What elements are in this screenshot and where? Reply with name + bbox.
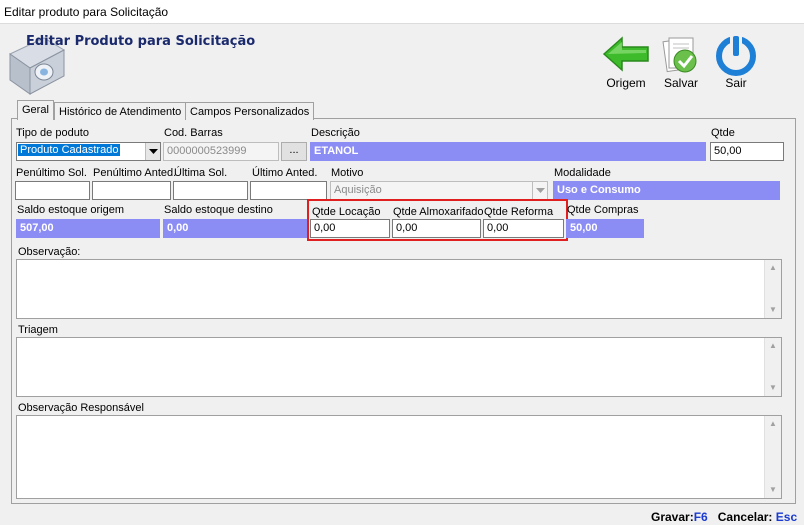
qtde-locacao-label: Qtde Locação	[312, 206, 381, 218]
salvar-label: Salvar	[663, 76, 698, 90]
scroll-down-icon[interactable]: ▼	[765, 482, 781, 498]
motivo-select: Aquisição	[330, 181, 548, 200]
qtde-compras-label: Qtde Compras	[567, 204, 639, 216]
salvar-button[interactable]: Salvar	[656, 32, 706, 94]
cancelar-key: Esc	[775, 510, 798, 524]
tab-historico-label: Histórico de Atendimento	[59, 106, 182, 118]
observacao-scrollbar[interactable]: ▲ ▼	[764, 260, 781, 318]
scroll-up-icon[interactable]: ▲	[765, 416, 781, 432]
cod-barras-field: 0000000523999	[163, 142, 279, 161]
ultimo-anted-field[interactable]	[250, 181, 327, 200]
descricao-field[interactable]: ETANOL	[310, 142, 706, 161]
observacao-label: Observação:	[18, 246, 81, 258]
saldo-destino-field: 0,00	[163, 219, 307, 238]
penultimo-sol-field[interactable]	[15, 181, 90, 200]
gravar-key: F6	[693, 510, 708, 524]
qtde-label: Qtde	[711, 127, 735, 139]
scroll-down-icon[interactable]: ▼	[765, 380, 781, 396]
saldo-origem-label: Saldo estoque origem	[17, 204, 125, 216]
window-titlebar: Editar produto para Solicitação	[0, 0, 804, 24]
tipo-produto-value: Produto Cadastrado	[18, 144, 121, 156]
qtde-reforma-label: Qtde Reforma	[484, 206, 554, 218]
gravar-label: Gravar:	[651, 510, 694, 524]
chevron-down-icon	[532, 182, 547, 199]
cod-barras-label: Cod. Barras	[164, 127, 223, 139]
tab-campos-label: Campos Personalizados	[190, 106, 310, 118]
observacao-textarea[interactable]: ▲ ▼	[16, 259, 782, 319]
page-title: Editar Produto para Solicitação	[26, 34, 256, 49]
motivo-value: Aquisição	[334, 184, 382, 196]
qtde-almoxarifado-field[interactable]: 0,00	[392, 219, 481, 238]
qtde-reforma-field[interactable]: 0,00	[483, 219, 564, 238]
qtde-field[interactable]: 50,00	[710, 142, 784, 161]
sair-label: Sair	[725, 76, 747, 90]
save-check-icon	[662, 37, 697, 73]
tab-geral-label: Geral	[22, 104, 49, 116]
penultimo-anted-field[interactable]	[92, 181, 171, 200]
observacao-responsavel-label: Observação Responsável	[18, 402, 144, 414]
modalidade-label: Modalidade	[554, 167, 611, 179]
arrow-left-icon	[602, 36, 649, 72]
power-icon	[716, 34, 756, 76]
tab-campos-personalizados[interactable]: Campos Personalizados	[185, 102, 315, 120]
sair-button[interactable]: Sair	[711, 32, 761, 94]
ultima-sol-label: Última Sol.	[174, 167, 228, 179]
ultimo-anted-label: Último Anted.	[252, 167, 318, 179]
tab-historico[interactable]: Histórico de Atendimento	[54, 102, 187, 120]
triagem-label: Triagem	[18, 324, 58, 336]
status-bar: Gravar:F6 Cancelar: Esc	[651, 510, 797, 524]
descricao-label: Descrição	[311, 127, 360, 139]
chevron-down-icon[interactable]	[145, 143, 160, 160]
observacao-responsavel-textarea[interactable]: ▲ ▼	[16, 415, 782, 499]
scroll-down-icon[interactable]: ▼	[765, 302, 781, 318]
tipo-produto-select[interactable]: Produto Cadastrado	[16, 142, 161, 161]
qtde-almoxarifado-label: Qtde Almoxarifado	[393, 206, 484, 218]
scroll-up-icon[interactable]: ▲	[765, 338, 781, 354]
observacao-responsavel-scrollbar[interactable]: ▲ ▼	[764, 416, 781, 498]
triagem-scrollbar[interactable]: ▲ ▼	[764, 338, 781, 396]
penultimo-sol-label: Penúltimo Sol.	[16, 167, 87, 179]
qtde-compras-field: 50,00	[566, 219, 644, 238]
tab-geral[interactable]: Geral	[17, 100, 54, 120]
cancelar-label: Cancelar:	[717, 510, 773, 524]
triagem-textarea[interactable]: ▲ ▼	[16, 337, 782, 397]
modalidade-field: Uso e Consumo	[553, 181, 780, 200]
penultimo-anted-label: Penúltimo Anted.	[93, 167, 177, 179]
origem-button[interactable]: Origem	[601, 32, 651, 94]
saldo-origem-field: 507,00	[16, 219, 160, 238]
tipo-produto-label: Tipo de poduto	[16, 127, 89, 139]
cod-barras-lookup-button[interactable]: ...	[281, 142, 307, 161]
scroll-up-icon[interactable]: ▲	[765, 260, 781, 276]
saldo-destino-label: Saldo estoque destino	[164, 204, 273, 216]
qtde-locacao-field[interactable]: 0,00	[310, 219, 390, 238]
motivo-label: Motivo	[331, 167, 364, 179]
ultima-sol-field[interactable]	[173, 181, 248, 200]
window-title: Editar produto para Solicitação	[4, 5, 169, 19]
origem-label: Origem	[606, 76, 646, 90]
